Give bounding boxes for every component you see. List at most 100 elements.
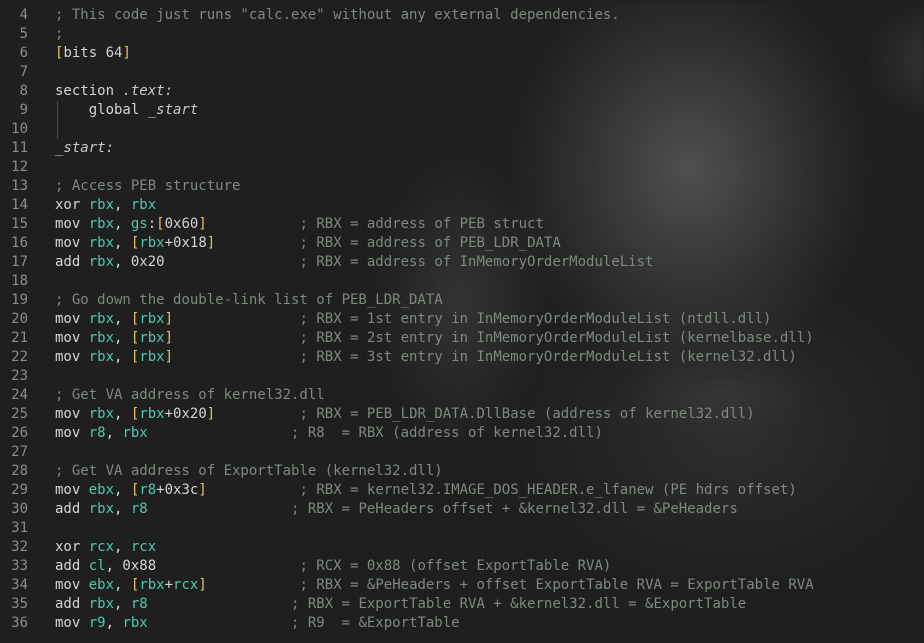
code-token: ; RBX = address of PEB struct: [206, 216, 544, 232]
code-token: ; RBX = 1st entry in InMemoryOrderModule…: [173, 311, 772, 327]
code-line[interactable]: 35 add rbx, r8 ; RBX = ExportTable RVA + …: [0, 595, 814, 614]
line-text: mov ebx, [rbx+rcx] ; RBX = &PeHeaders + …: [55, 577, 814, 593]
code-token: , 0x88: [105, 558, 157, 574]
code-token: ,: [114, 235, 131, 251]
code-line[interactable]: 21 mov rbx, [rbx] ; RBX = 2st entry in In…: [0, 329, 814, 348]
code-line[interactable]: 16 mov rbx, [rbx+0x18] ; RBX = address of…: [0, 234, 814, 253]
code-line[interactable]: 22 mov rbx, [rbx] ; RBX = 3st entry in In…: [0, 348, 814, 367]
code-line[interactable]: 13 ; Access PEB structure: [0, 177, 814, 196]
code-token: ,: [105, 615, 123, 631]
line-number: 17: [11, 254, 28, 270]
code-token: bits 64: [63, 45, 123, 61]
code-token: rbx: [139, 311, 165, 327]
code-line[interactable]: 4 ; This code just runs "calc.exe" withou…: [0, 6, 814, 25]
code-line[interactable]: 6 [bits 64]: [0, 44, 814, 63]
code-token: rbx: [130, 197, 157, 213]
line-number: 29: [11, 482, 28, 498]
code-token: global: [55, 102, 148, 118]
code-token: ; RCX = 0x88 (offset ExportTable RVA): [156, 558, 612, 574]
code-token: rbx: [139, 577, 165, 593]
code-line[interactable]: 23: [0, 367, 814, 386]
line-number: 18: [11, 273, 28, 289]
code-line[interactable]: 27: [0, 443, 814, 462]
code-area[interactable]: 4 ; This code just runs "calc.exe" withou…: [0, 6, 814, 633]
line-number: 34: [11, 577, 28, 593]
code-line[interactable]: 8 section .text:: [0, 82, 814, 101]
code-token: mov: [55, 406, 89, 422]
code-token: ebx: [88, 577, 115, 593]
code-line[interactable]: 14 xor rbx, rbx: [0, 196, 814, 215]
code-line[interactable]: 28 ; Get VA address of ExportTable (kerne…: [0, 462, 814, 481]
code-line[interactable]: 15 mov rbx, gs:[0x60] ; RBX = address of …: [0, 215, 814, 234]
code-line[interactable]: 34 mov ebx, [rbx+rcx] ; RBX = &PeHeaders …: [0, 576, 814, 595]
code-line[interactable]: 24 ; Get VA address of kernel32.dll: [0, 386, 814, 405]
code-line[interactable]: 29 mov ebx, [r8+0x3c] ; RBX = kernel32.IM…: [0, 481, 814, 500]
code-line[interactable]: 19 ; Go down the double-link list of PEB_…: [0, 291, 814, 310]
code-token: ; Get VA address of ExportTable (kernel3…: [55, 463, 443, 479]
code-line[interactable]: 26 mov r8, rbx ; R8 = RBX (address of ker…: [0, 424, 814, 443]
code-token: ]: [198, 577, 207, 593]
code-token: rbx: [88, 406, 115, 422]
code-token: ; R9 = &ExportTable: [147, 615, 460, 631]
code-token: ,: [114, 482, 131, 498]
line-number: 26: [11, 425, 28, 441]
code-editor[interactable]: 4 ; This code just runs "calc.exe" withou…: [0, 0, 924, 643]
code-line[interactable]: 25 mov rbx, [rbx+0x20] ; RBX = PEB_LDR_DA…: [0, 405, 814, 424]
line-text: mov r8, rbx ; R8 = RBX (address of kerne…: [55, 425, 603, 441]
line-text: add rbx, r8 ; RBX = ExportTable RVA + &k…: [55, 596, 746, 612]
line-text: mov rbx, [rbx] ; RBX = 3st entry in InMe…: [55, 349, 797, 365]
line-number: 6: [19, 45, 28, 61]
code-token: ,: [114, 330, 131, 346]
line-text: mov rbx, [rbx+0x18] ; RBX = address of P…: [55, 235, 561, 251]
code-line[interactable]: 17 add rbx, 0x20 ; RBX = address of InMem…: [0, 253, 814, 272]
code-line[interactable]: 30 add rbx, r8 ; RBX = PeHeaders offset +…: [0, 500, 814, 519]
code-line[interactable]: 12: [0, 158, 814, 177]
code-token: ; This code just runs "calc.exe" without…: [55, 7, 620, 23]
line-text: ; This code just runs "calc.exe" without…: [55, 7, 620, 23]
line-number: 4: [19, 7, 28, 23]
code-line[interactable]: 18: [0, 272, 814, 291]
code-token: _start:: [55, 140, 115, 156]
code-token: _start: [147, 102, 199, 118]
code-line[interactable]: 36 mov r9, rbx ; R9 = &ExportTable: [0, 614, 814, 633]
code-token: mov: [55, 482, 89, 498]
code-line[interactable]: 7: [0, 63, 814, 82]
code-token: ,: [114, 596, 131, 612]
code-line[interactable]: 11 _start:: [0, 139, 814, 158]
line-text: global _start: [55, 102, 199, 118]
line-number: 28: [11, 463, 28, 479]
code-token: rbx: [88, 311, 115, 327]
code-token: rbx: [88, 197, 115, 213]
line-text: xor rcx, rcx: [55, 539, 156, 555]
code-token: rbx: [139, 235, 165, 251]
code-token: rbx: [139, 406, 165, 422]
code-token: ; R8 = RBX (address of kernel32.dll): [147, 425, 603, 441]
code-token: rbx: [88, 254, 115, 270]
code-token: ; Get VA address of kernel32.dll: [55, 387, 325, 403]
code-line[interactable]: 20 mov rbx, [rbx] ; RBX = 1st entry in In…: [0, 310, 814, 329]
line-number: 33: [11, 558, 28, 574]
line-number: 25: [11, 406, 28, 422]
line-number: 21: [11, 330, 28, 346]
code-token: r9: [88, 615, 106, 631]
code-token: rcx: [130, 539, 157, 555]
code-token: rbx: [139, 349, 165, 365]
line-number: 12: [11, 159, 28, 175]
code-token: rbx: [88, 596, 115, 612]
code-token: ,: [114, 216, 131, 232]
code-line[interactable]: 9 global _start: [0, 101, 814, 120]
line-text: ;: [55, 26, 63, 42]
code-line[interactable]: 33 add cl, 0x88 ; RCX = 0x88 (offset Expo…: [0, 557, 814, 576]
code-token: mov: [55, 425, 89, 441]
line-text: mov rbx, [rbx+0x20] ; RBX = PEB_LDR_DATA…: [55, 406, 755, 422]
line-number: 22: [11, 349, 28, 365]
code-token: [: [156, 216, 165, 232]
code-line[interactable]: 31: [0, 519, 814, 538]
code-token: ,: [114, 577, 131, 593]
code-token: ; RBX = address of InMemoryOrderModuleLi…: [164, 254, 654, 270]
code-token: ,: [105, 425, 123, 441]
code-line[interactable]: 10: [0, 120, 814, 139]
code-line[interactable]: 32 xor rcx, rcx: [0, 538, 814, 557]
code-line[interactable]: 5;: [0, 25, 814, 44]
line-number: 8: [19, 83, 28, 99]
